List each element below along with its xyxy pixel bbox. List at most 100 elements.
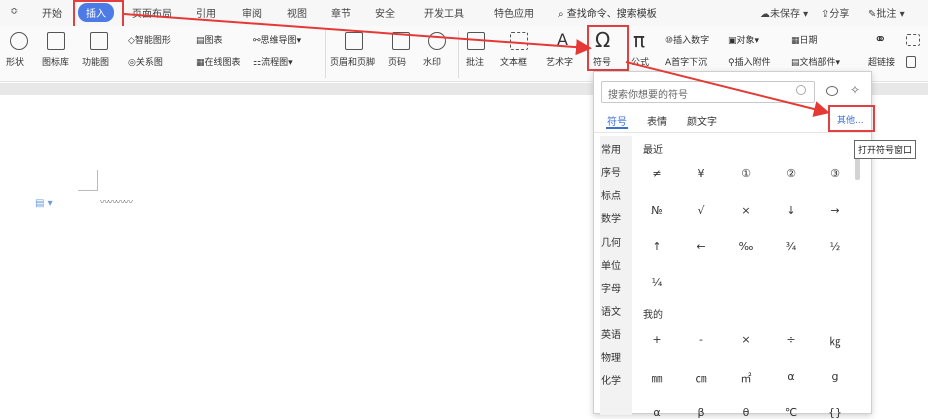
category-common[interactable]: 常用 <box>601 141 621 156</box>
symbol-cell[interactable]: θ <box>734 406 758 419</box>
attachment-button[interactable]: ⚲插入附件 <box>728 55 771 68</box>
symbol-cell[interactable]: ½ <box>823 240 847 253</box>
symbol-cell[interactable]: № <box>645 204 669 217</box>
symbol-cell[interactable]: ㎡ <box>734 370 758 386</box>
comment-button[interactable]: ✎批注 ▾ <box>868 5 905 20</box>
symbol-cell[interactable]: β <box>689 406 713 419</box>
tab-page-layout[interactable]: 页面布局 <box>132 5 172 20</box>
symbol-cell[interactable]: + <box>645 333 669 346</box>
symbol-cell[interactable]: α <box>645 406 669 419</box>
tab-home[interactable]: 开始 <box>42 5 62 20</box>
formula-button[interactable]: 公式 <box>631 55 649 68</box>
command-search[interactable]: ⌕ 查找命令、搜索模板 <box>558 5 657 20</box>
symbol-cell[interactable]: ① <box>734 167 758 180</box>
shape-button[interactable]: 形状 <box>6 55 24 68</box>
category-letters[interactable]: 字母 <box>601 280 621 295</box>
cloud-icon: ☁ <box>760 9 770 20</box>
chart-button[interactable]: ▤图表 <box>196 33 223 46</box>
symbol-cell[interactable]: ÷ <box>779 333 803 346</box>
symbol-cell[interactable]: ㎝ <box>689 370 713 386</box>
category-physics[interactable]: 物理 <box>601 349 621 364</box>
insert-number-button[interactable]: ⑩插入数字 <box>665 33 709 46</box>
tab-references[interactable]: 引用 <box>196 5 216 20</box>
header-footer-button[interactable]: 页眉和页脚 <box>330 55 375 68</box>
symbol-cell[interactable]: ← <box>689 240 713 253</box>
tab-special-apps[interactable]: 特色应用 <box>494 5 534 20</box>
share-button[interactable]: ⇪分享 <box>821 5 849 20</box>
symbol-cell[interactable]: α <box>779 370 803 383</box>
tab-symbols[interactable]: 符号 <box>607 113 627 128</box>
symbol-cell[interactable]: g <box>823 370 847 383</box>
symbol-cell[interactable]: ↑ <box>645 240 669 253</box>
symbol-cell[interactable]: × <box>734 204 758 217</box>
pin-icon[interactable]: ✧ <box>850 83 860 97</box>
symbol-cell[interactable]: - <box>689 333 713 346</box>
tab-security[interactable]: 安全 <box>375 5 395 20</box>
tab-kaomoji[interactable]: 颜文字 <box>687 113 717 128</box>
symbol-cell[interactable]: ㎜ <box>645 370 669 386</box>
category-chinese[interactable]: 语文 <box>601 303 621 318</box>
online-chart-label: 在线图表 <box>204 58 241 68</box>
doc-parts-label: 文档部件 <box>799 58 836 68</box>
symbol-cell[interactable]: ㎏ <box>823 333 847 349</box>
symbol-search-input[interactable]: 搜索你想要的符号 <box>601 81 815 103</box>
drop-cap-label: 首字下沉 <box>671 58 708 68</box>
paragraph-layout-icon[interactable]: ▤ ▾ <box>35 198 53 209</box>
symbol-cell[interactable]: ¾ <box>779 240 803 253</box>
watermark-button[interactable]: 水印 <box>423 55 441 68</box>
date-button[interactable]: ▦日期 <box>791 33 818 46</box>
hyperlink-button[interactable]: 超链接 <box>868 55 895 68</box>
smart-shape-icon: ◇ <box>128 36 135 46</box>
more-link-highlight <box>828 105 875 132</box>
symbol-cell[interactable]: {} <box>823 406 847 419</box>
symbol-cell[interactable]: √ <box>689 204 713 217</box>
category-punctuation[interactable]: 标点 <box>601 187 621 202</box>
spell-check-squiggle: 〰〰〰〰 <box>100 198 133 208</box>
symbol-cell[interactable]: ¥ <box>689 167 713 180</box>
chat-bubble-icon[interactable] <box>826 86 838 96</box>
page-number-button[interactable]: 页码 <box>388 55 406 68</box>
category-geometry[interactable]: 几何 <box>601 234 621 249</box>
symbol-cell[interactable]: ≠ <box>645 167 669 180</box>
symbol-cell[interactable]: ↓ <box>779 204 803 217</box>
annotation-button[interactable]: 批注 <box>466 55 484 68</box>
function-chart-button[interactable]: 功能图 <box>82 55 109 68</box>
art-text-button[interactable]: 艺术字 <box>546 55 573 68</box>
symbol-cell[interactable]: ② <box>779 167 803 180</box>
tab-emoji[interactable]: 表情 <box>647 113 667 128</box>
category-math[interactable]: 数学 <box>601 210 621 225</box>
active-tab-underline <box>606 127 628 129</box>
unsaved-status[interactable]: ☁未保存 ▾ <box>760 5 808 20</box>
symbol-cell[interactable]: ¼ <box>645 276 669 289</box>
mind-map-button[interactable]: ⚯思维导图▾ <box>253 33 301 46</box>
flowchart-label: 流程图 <box>261 58 289 68</box>
category-english[interactable]: 英语 <box>601 326 621 341</box>
category-units[interactable]: 单位 <box>601 257 621 272</box>
symbol-cell[interactable]: ‰ <box>734 240 758 253</box>
tab-review[interactable]: 审阅 <box>242 5 262 20</box>
insert-number-label: 插入数字 <box>673 36 710 46</box>
tab-view[interactable]: 视图 <box>287 5 307 20</box>
object-button[interactable]: ▣对象▾ <box>728 33 759 46</box>
category-ordinal[interactable]: 序号 <box>601 164 621 179</box>
relation-button[interactable]: ◎关系图 <box>128 55 163 68</box>
online-chart-icon: ▦ <box>196 58 205 68</box>
tab-chapter[interactable]: 章节 <box>331 5 351 20</box>
flowchart-button[interactable]: ⚏流程图▾ <box>253 55 293 68</box>
symbol-cell[interactable]: → <box>823 204 847 217</box>
textbox-button[interactable]: 文本框 <box>500 55 527 68</box>
online-chart-button[interactable]: ▦在线图表 <box>196 55 241 68</box>
category-chemistry[interactable]: 化学 <box>601 372 621 387</box>
icon-library-button[interactable]: 图标库 <box>42 55 69 68</box>
doc-parts-button[interactable]: ▤文档部件▾ <box>791 55 840 68</box>
drop-cap-button[interactable]: A首字下沉 <box>665 55 707 68</box>
watermark-icon <box>428 32 446 50</box>
symbol-cell[interactable]: × <box>734 333 758 346</box>
symbol-cell[interactable]: ℃ <box>779 406 803 419</box>
smart-shape-button[interactable]: ◇智能图形 <box>128 33 171 46</box>
quick-menu-dropdown-icon[interactable]: ≎ <box>10 6 18 17</box>
menu-bar: ≎ 开始 插入 页面布局 引用 审阅 视图 章节 安全 开发工具 特色应用 ⌕ … <box>0 0 928 26</box>
link-icon: ⚭ <box>874 30 887 48</box>
symbol-cell[interactable]: ③ <box>823 167 847 180</box>
tab-developer[interactable]: 开发工具 <box>424 5 464 20</box>
